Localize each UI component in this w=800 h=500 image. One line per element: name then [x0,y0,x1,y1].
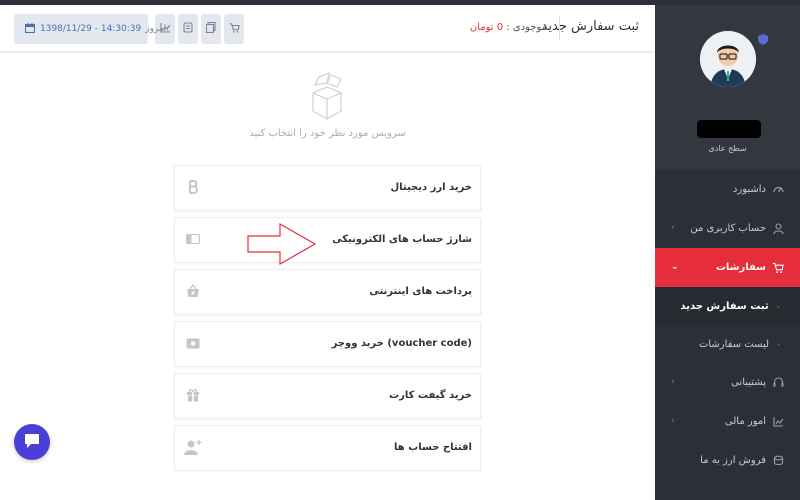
date-display: 1398/11/29 - 14:30:39 امروز: [14,14,169,44]
balance-amount: 0 تومان [469,22,504,33]
tickets-shortcut-button[interactable] [178,14,198,44]
annotation-arrow [247,222,317,266]
sidebar-item-support[interactable]: ‹ پشتیبانی [655,363,800,402]
sidebar-item-orders[interactable]: ⌄ سفارشات [646,248,800,287]
wallet-icon [184,230,202,248]
submenu-item-label: لیست سفارشات [698,338,770,350]
service-card-buy-voucher[interactable]: خرید ووچر (voucher code) [174,321,481,367]
main-content: سرویس مورد نظر خود را انتخاب کنید خرید ا… [0,53,655,500]
service-label: خرید ارز دیجیتال [390,182,472,193]
user-icon [772,223,784,235]
avatar[interactable] [699,31,756,87]
balance-label: موجودی : [506,22,547,33]
submenu-item-new-order[interactable]: ثبت سفارش جدید - [655,287,800,325]
documents-shortcut-button[interactable] [201,14,221,44]
voucher-icon [184,334,202,352]
chat-icon [23,432,41,453]
chat-button[interactable] [14,424,50,460]
bitcoin-icon [184,178,202,196]
sidebar-item-my-account[interactable]: ‹ حساب کاربری من [655,209,800,248]
gift-icon [184,386,202,404]
date-value: 1398/11/29 - 14:30:39 [40,24,142,34]
header: ثبت سفارش جدید موجودی : 0 تومان 1398/11/… [0,5,655,52]
submenu-item-label: ثبت سفارش جدید [680,300,769,312]
service-card-online-payments[interactable]: پرداخت های اینترنتی [174,269,481,315]
sidebar-item-label: پشتیبانی [731,377,766,388]
service-label: خرید گیفت کارت [389,390,472,401]
sidebar: سطح عادی داشبورد ‹ حساب کاربری من ⌄ سفار… [646,5,800,500]
service-label: خرید ووچر (voucher code) [331,338,472,349]
bullet-icon: - [776,301,780,311]
user-avatar-icon [699,31,756,87]
sidebar-item-finance[interactable]: ‹ امور مالی [655,402,800,441]
shield-icon [758,34,768,45]
chevron-left-icon: ‹ [671,377,675,387]
service-label: افتتاح حساب ها [394,442,472,453]
service-card-charge-e-accounts[interactable]: شارژ حساب های الکترونیکی [174,217,481,263]
date-label: امروز: [145,24,170,34]
sidebar-item-dashboard[interactable]: داشبورد [655,170,800,209]
headset-icon [772,377,784,389]
service-card-buy-gift-card[interactable]: خرید گیفت کارت [174,373,481,419]
service-label: پرداخت های اینترنتی [369,286,472,297]
chevron-left-icon: ‹ [671,416,675,426]
sidebar-item-label: حساب کاربری من [690,223,766,234]
chart-icon [772,416,784,428]
chevron-left-icon: ‹ [671,223,675,233]
sidebar-item-label: امور مالی [724,416,766,427]
submenu-item-order-list[interactable]: لیست سفارشات - [655,325,800,363]
redacted-username [697,120,761,138]
user-level: سطح عادی [708,144,747,153]
balance: موجودی : 0 تومان [470,22,547,33]
ticket-icon [183,22,193,36]
documents-icon [205,21,216,36]
bullet-icon: - [777,339,780,349]
empty-state-text: سرویس مورد نظر خود را انتخاب کنید [249,128,406,139]
sidebar-item-label: فروش ارز به ما [700,455,766,466]
user-add-icon [184,438,202,456]
cart-icon [772,262,784,274]
coins-icon [772,455,784,467]
sidebar-item-sell-currency[interactable]: فروش ارز به ما [655,441,800,480]
page-title: ثبت سفارش جدید [541,19,639,34]
service-card-open-accounts[interactable]: افتتاح حساب ها [174,425,481,471]
cart-icon [229,22,240,36]
empty-box-icon [305,71,349,123]
basket-icon [184,282,202,300]
sidebar-item-label: سفارشات [715,262,766,273]
service-label: شارژ حساب های الکترونیکی [332,234,472,245]
service-card-buy-crypto[interactable]: خرید ارز دیجیتال [174,165,481,211]
sidebar-item-label: داشبورد [732,184,766,195]
cart-shortcut-button[interactable] [224,14,244,44]
calendar-icon [24,22,36,36]
divider [559,16,560,40]
chevron-down-icon: ⌄ [671,262,679,272]
profile-panel: سطح عادی [655,5,800,170]
sidebar-menu: داشبورد ‹ حساب کاربری من ⌄ سفارشات ثبت س… [646,170,800,480]
speedometer-icon [772,184,784,196]
